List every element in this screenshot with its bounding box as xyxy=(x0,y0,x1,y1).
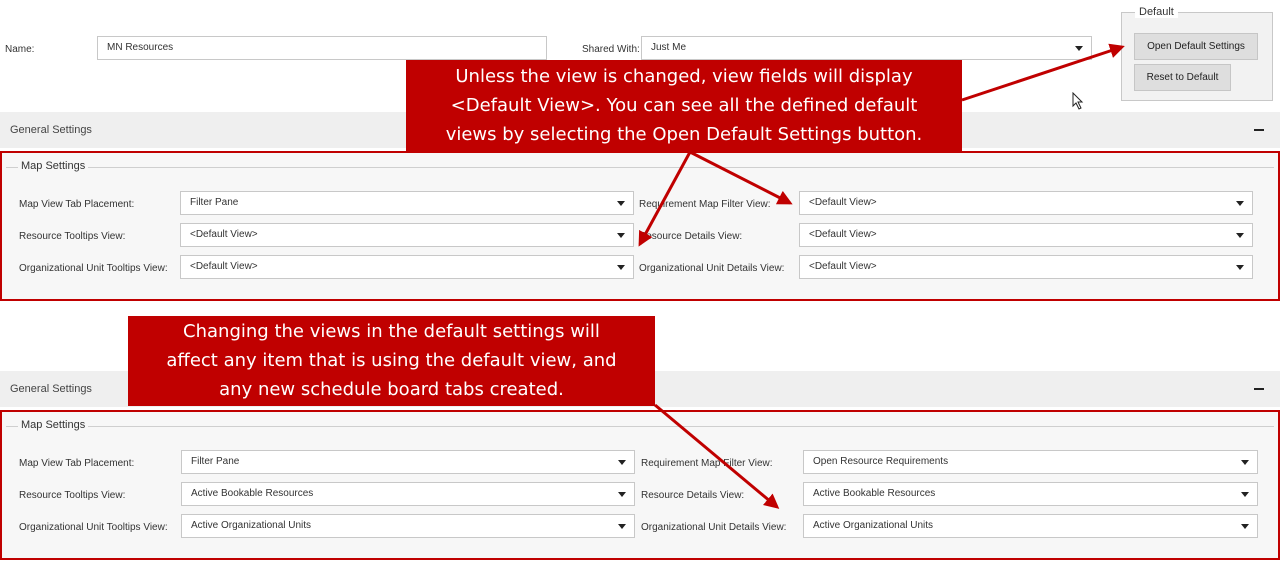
arrow-to-requirement-filter xyxy=(689,150,793,205)
arrow-to-bottom-fields xyxy=(654,403,780,509)
annotation-arrows xyxy=(638,43,1125,509)
arrow-to-resource-details xyxy=(638,151,692,247)
arrow-to-open-default xyxy=(961,43,1125,102)
